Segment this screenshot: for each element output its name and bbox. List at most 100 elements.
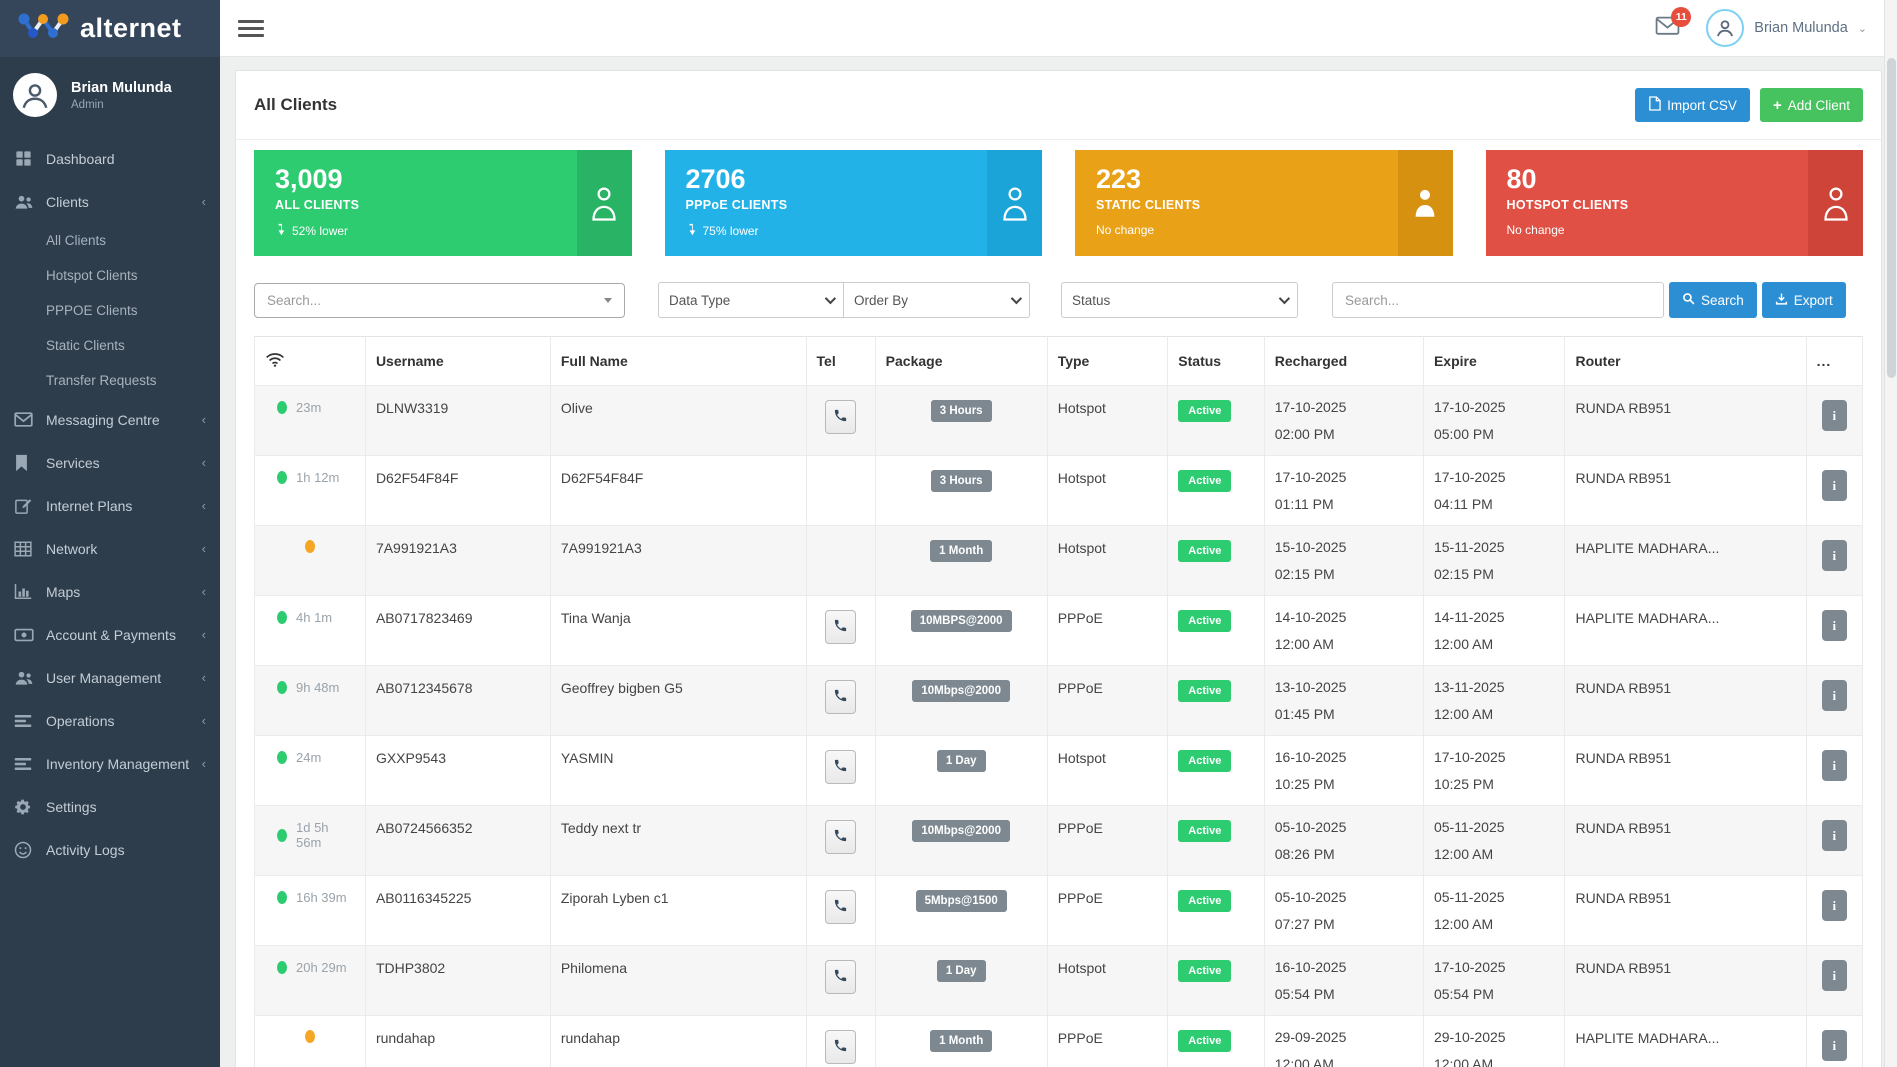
stat-card-all-clients[interactable]: 3,009 ALL CLIENTS 52% lower bbox=[254, 150, 632, 256]
sidebar-item-settings[interactable]: Settings bbox=[0, 785, 220, 828]
call-button[interactable] bbox=[825, 680, 856, 714]
row-details-button[interactable]: i bbox=[1822, 960, 1847, 991]
call-button[interactable] bbox=[825, 960, 856, 994]
call-button[interactable] bbox=[825, 610, 856, 644]
sidebar-item-services[interactable]: Services‹ bbox=[0, 441, 220, 484]
stat-value: 80 bbox=[1507, 164, 1809, 195]
sidebar-item-clients[interactable]: Clients‹ bbox=[0, 180, 220, 223]
sidebar-item-operations[interactable]: Operations‹ bbox=[0, 699, 220, 742]
sidebar-subitem-pppoe-clients[interactable]: PPPOE Clients bbox=[0, 293, 220, 328]
user-menu[interactable]: Brian Mulunda ⌄ bbox=[1706, 9, 1867, 47]
order-by-select[interactable]: Order By bbox=[844, 282, 1030, 318]
package-badge: 10Mbps@2000 bbox=[912, 680, 1010, 702]
column-header-tel: Tel bbox=[806, 337, 875, 386]
search-select[interactable]: Search... bbox=[254, 283, 625, 318]
column-header-recharged: Recharged bbox=[1264, 337, 1423, 386]
stat-trend: 75% lower bbox=[686, 223, 988, 239]
phone-icon bbox=[833, 828, 848, 846]
row-details-button[interactable]: i bbox=[1822, 610, 1847, 641]
stat-card-hotspot-clients[interactable]: 80 HOTSPOT CLIENTS No change bbox=[1486, 150, 1864, 256]
row-details-button[interactable]: i bbox=[1822, 890, 1847, 921]
username-cell: 7A991921A3 bbox=[365, 526, 550, 596]
sidebar-avatar bbox=[13, 73, 57, 117]
status-select[interactable]: Status bbox=[1061, 282, 1298, 318]
recharged-cell: 16-10-2025 10:25 PM bbox=[1264, 736, 1423, 806]
call-button[interactable] bbox=[825, 820, 856, 854]
stat-card-static-clients[interactable]: 223 STATIC CLIENTS No change bbox=[1075, 150, 1453, 256]
sidebar-item-network[interactable]: Network‹ bbox=[0, 527, 220, 570]
connection-status-dot bbox=[277, 961, 287, 974]
recharged-cell: 16-10-2025 05:54 PM bbox=[1264, 946, 1423, 1016]
row-details-button[interactable]: i bbox=[1822, 680, 1847, 711]
row-details-button[interactable]: i bbox=[1822, 470, 1847, 501]
full-name-cell: Tina Wanja bbox=[550, 596, 806, 666]
uptime: 20h 29m bbox=[296, 960, 347, 975]
sidebar-subitem-hotspot-clients[interactable]: Hotspot Clients bbox=[0, 258, 220, 293]
recharged-cell: 14-10-2025 12:00 AM bbox=[1264, 596, 1423, 666]
row-details-button[interactable]: i bbox=[1822, 1030, 1847, 1061]
call-button[interactable] bbox=[825, 750, 856, 784]
column-header-expire: Expire bbox=[1423, 337, 1565, 386]
wifi-icon bbox=[265, 354, 285, 370]
sidebar-item-inventory-management[interactable]: Inventory Management‹ bbox=[0, 742, 220, 785]
status-badge: Active bbox=[1178, 680, 1231, 702]
recharged-cell: 17-10-2025 01:11 PM bbox=[1264, 456, 1423, 526]
sidebar-item-messaging-centre[interactable]: Messaging Centre‹ bbox=[0, 398, 220, 441]
stat-card-pppoe-clients[interactable]: 2706 PPPoE CLIENTS 75% lower bbox=[665, 150, 1043, 256]
messages-button[interactable]: 11 bbox=[1655, 16, 1680, 41]
recharged-cell: 29-09-2025 12:00 AM bbox=[1264, 1016, 1423, 1067]
router-cell: HAPLITE MADHARA... bbox=[1565, 1016, 1806, 1067]
username-cell: AB0717823469 bbox=[365, 596, 550, 666]
row-details-button[interactable]: i bbox=[1822, 820, 1847, 851]
router-cell: RUNDA RB951 bbox=[1565, 666, 1806, 736]
call-button[interactable] bbox=[825, 400, 856, 434]
search-button[interactable]: Search bbox=[1669, 282, 1757, 318]
sidebar-item-maps[interactable]: Maps‹ bbox=[0, 570, 220, 613]
brand-logo[interactable]: alternet bbox=[0, 0, 220, 57]
sidebar-item-user-management[interactable]: User Management‹ bbox=[0, 656, 220, 699]
data-type-select[interactable]: Data Type bbox=[658, 282, 844, 318]
router-cell: RUNDA RB951 bbox=[1565, 386, 1806, 456]
table-header-row: UsernameFull NameTelPackageTypeStatusRec… bbox=[255, 337, 1863, 386]
expire-cell: 15-11-2025 02:15 PM bbox=[1423, 526, 1565, 596]
phone-icon bbox=[833, 1038, 848, 1056]
sidebar-subitem-transfer-requests[interactable]: Transfer Requests bbox=[0, 363, 220, 398]
sidebar-item-internet-plans[interactable]: Internet Plans‹ bbox=[0, 484, 220, 527]
uptime: 9h 48m bbox=[296, 680, 339, 695]
import-csv-button[interactable]: Import CSV bbox=[1635, 88, 1750, 122]
connection-status-dot bbox=[277, 611, 287, 624]
row-details-button[interactable]: i bbox=[1822, 750, 1847, 781]
call-button[interactable] bbox=[825, 890, 856, 924]
menu-toggle-icon[interactable] bbox=[238, 16, 264, 41]
type-cell: PPPoE bbox=[1047, 666, 1168, 736]
table-row: 23m DLNW3319 Olive 3 Hours Hotspot Activ… bbox=[255, 386, 1863, 456]
add-client-button[interactable]: + Add Client bbox=[1760, 88, 1863, 122]
router-cell: RUNDA RB951 bbox=[1565, 876, 1806, 946]
arrow-down-icon bbox=[275, 223, 287, 239]
sidebar-item-activity-logs[interactable]: Activity Logs bbox=[0, 828, 220, 871]
row-details-button[interactable]: i bbox=[1822, 540, 1847, 571]
export-button[interactable]: Export bbox=[1762, 282, 1846, 318]
page-scrollbar[interactable] bbox=[1884, 0, 1897, 1067]
sidebar-subitem-all-clients[interactable]: All Clients bbox=[0, 223, 220, 258]
package-badge: 3 Hours bbox=[931, 400, 992, 422]
row-details-button[interactable]: i bbox=[1822, 400, 1847, 431]
stat-trend: No change bbox=[1096, 223, 1398, 237]
users-icon bbox=[14, 193, 46, 211]
envelope-icon bbox=[14, 412, 46, 427]
sidebar-item-account-payments[interactable]: Account & Payments‹ bbox=[0, 613, 220, 656]
package-badge: 5Mbps@1500 bbox=[916, 890, 1007, 912]
full-name-cell: Olive bbox=[550, 386, 806, 456]
call-button[interactable] bbox=[825, 1030, 856, 1064]
sidebar-item-dashboard[interactable]: Dashboard bbox=[0, 137, 220, 180]
edit-icon bbox=[14, 497, 46, 515]
column-header-type: Type bbox=[1047, 337, 1168, 386]
status-badge: Active bbox=[1178, 1030, 1231, 1052]
table-row: 20h 29m TDHP3802 Philomena 1 Day Hotspot… bbox=[255, 946, 1863, 1016]
type-cell: PPPoE bbox=[1047, 596, 1168, 666]
arrow-down-icon bbox=[686, 223, 698, 239]
search-input[interactable] bbox=[1332, 282, 1664, 318]
lines-icon bbox=[14, 757, 46, 771]
full-name-cell: Geoffrey bigben G5 bbox=[550, 666, 806, 736]
sidebar-subitem-static-clients[interactable]: Static Clients bbox=[0, 328, 220, 363]
